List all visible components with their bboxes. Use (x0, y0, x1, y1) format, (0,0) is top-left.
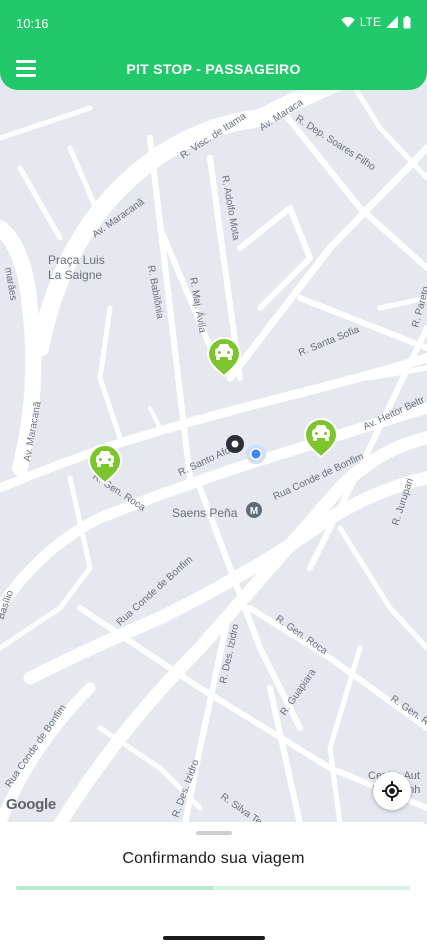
origin-marker-icon (226, 435, 244, 453)
gesture-nav-bar[interactable] (163, 936, 265, 940)
street-label: La Saigne (48, 268, 102, 282)
metro-badge-letter: M (250, 506, 258, 517)
google-logo: Google (6, 796, 56, 813)
map-view[interactable]: R. Visc. de Itama Av. Maraca R. Dep. Soa… (0, 48, 427, 824)
sheet-drag-handle[interactable] (196, 831, 232, 835)
status-icons: LTE (341, 15, 411, 29)
wifi-icon (341, 16, 355, 28)
battery-icon (403, 15, 411, 28)
network-label: LTE (359, 15, 381, 29)
street-label: R. Babilônia (145, 265, 165, 320)
street-label: R. Santa Sofia (297, 324, 361, 359)
map-canvas[interactable]: R. Visc. de Itama Av. Maraca R. Dep. Soa… (0, 48, 427, 824)
street-label: Rua Conde de Bonfim (3, 703, 68, 790)
locate-me-button[interactable] (373, 772, 411, 810)
crosshair-icon (382, 781, 402, 801)
bottom-sheet: Confirmando sua viagem (0, 822, 427, 950)
progress-fill (16, 886, 213, 890)
status-bar: 10:16 LTE (0, 0, 427, 48)
street-label: Praça Luis (48, 253, 105, 267)
user-location-icon (246, 444, 266, 464)
app-title: PIT STOP - PASSAGEIRO (126, 61, 301, 77)
street-label: R. Silva Te (218, 791, 264, 824)
car-pin[interactable] (303, 418, 339, 459)
street-label: R. Gen. Roca (273, 613, 329, 657)
progress-bar (16, 886, 410, 890)
signal-icon (386, 16, 398, 28)
status-time: 10:16 (16, 16, 49, 31)
street-label: Saens Peña (172, 506, 238, 520)
street-label: R. Pareto (410, 285, 427, 329)
app-bar: PIT STOP - PASSAGEIRO (0, 48, 427, 90)
street-label: Basílio (0, 589, 16, 621)
sheet-title: Confirmando sua viagem (122, 850, 305, 867)
metro-station-badge[interactable]: M (246, 502, 262, 518)
